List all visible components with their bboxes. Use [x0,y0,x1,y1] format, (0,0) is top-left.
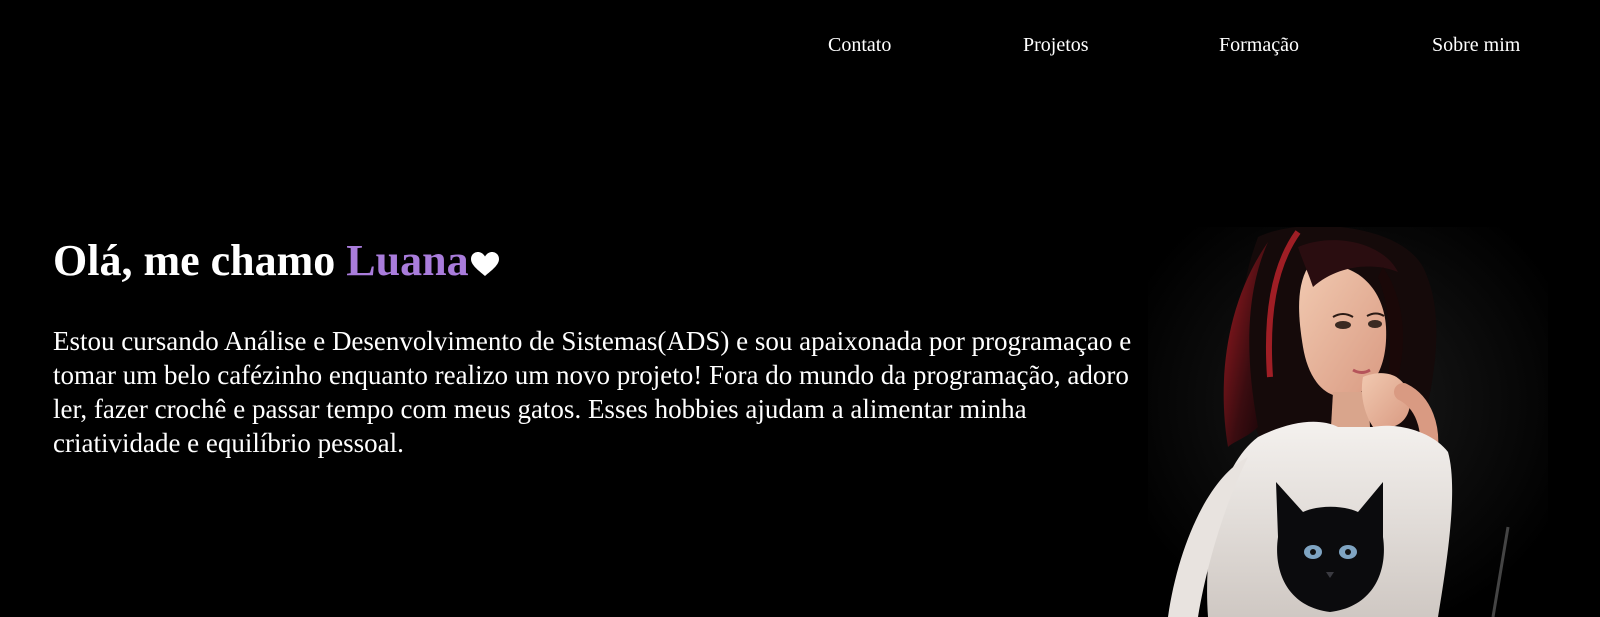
nav-link-projetos[interactable]: Projetos [1023,30,1089,60]
hero-title-prefix: Olá, me chamo [53,236,347,285]
heart-icon [470,234,500,276]
hero-title-name: Luana [346,236,469,285]
hero-title: Olá, me chamo Luana [53,232,500,290]
nav-link-formacao[interactable]: Formação [1219,30,1299,60]
profile-illustration [1148,227,1548,617]
nav-link-sobre-mim[interactable]: Sobre mim [1432,30,1520,60]
hero-description: Estou cursando Análise e Desenvolvimento… [53,326,1132,458]
top-navigation: Contato Projetos Formação Sobre mim [0,30,1600,60]
nav-link-contato[interactable]: Contato [828,30,891,60]
